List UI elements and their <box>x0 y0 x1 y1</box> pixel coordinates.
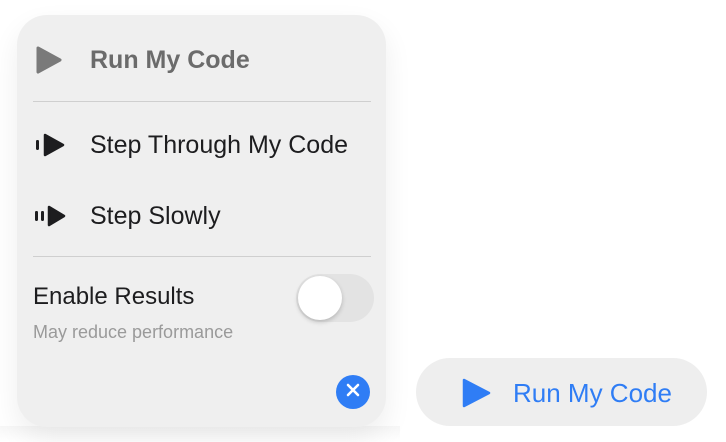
run-my-code-label: Run My Code <box>513 378 672 408</box>
enable-results-toggle[interactable] <box>296 274 374 322</box>
enable-results-label: Enable Results <box>33 283 195 310</box>
close-button[interactable] <box>336 375 370 409</box>
divider <box>33 101 371 102</box>
popover-shadow <box>0 426 400 442</box>
enable-results-hint: May reduce performance <box>33 322 234 342</box>
toggle-knob <box>298 276 342 320</box>
menu-item-label: Run My Code <box>90 45 250 74</box>
divider <box>33 256 371 257</box>
menu-item-label: Step Through My Code <box>90 130 349 159</box>
run-options-popover: Run My Code Step Through My Code Step Sl… <box>17 15 386 427</box>
stage: Run My Code Step Through My Code Step Sl… <box>0 0 726 442</box>
menu-item-label: Step Slowly <box>90 201 221 230</box>
menu-item-step-through[interactable]: Step Through My Code <box>17 125 386 165</box>
play-icon <box>33 45 67 75</box>
step-through-icon <box>33 130 67 160</box>
play-icon <box>460 377 492 409</box>
run-my-code-button[interactable]: Run My Code <box>416 358 707 426</box>
menu-item-run-my-code[interactable]: Run My Code <box>17 40 386 80</box>
close-icon <box>345 382 361 403</box>
step-slowly-icon <box>33 201 67 231</box>
menu-item-step-slowly[interactable]: Step Slowly <box>17 196 386 236</box>
